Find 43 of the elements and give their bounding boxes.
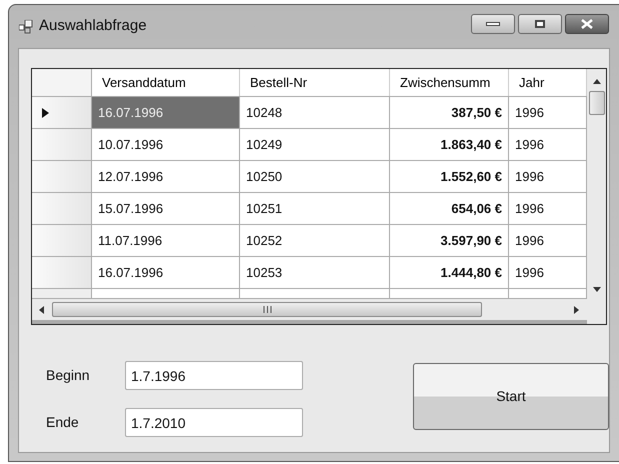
horizontal-scrollbar[interactable] — [32, 299, 587, 320]
maximize-button[interactable] — [518, 14, 562, 34]
table-cell: 1.863,40 € — [390, 129, 509, 160]
table-cell: 3.597,90 € — [390, 225, 509, 256]
table-cell: 15.07.1996 — [92, 193, 240, 224]
table-cell: 12.07.1996 — [92, 161, 240, 192]
scroll-up-icon[interactable] — [592, 78, 600, 86]
table-cell: 387,50 € — [390, 97, 509, 128]
table-cell: 10252 — [240, 225, 390, 256]
column-header[interactable]: Bestell-Nr — [240, 69, 390, 96]
close-icon — [581, 18, 593, 28]
current-row-icon — [42, 108, 49, 118]
vertical-scrollbar[interactable] — [587, 69, 606, 324]
table-cell: 10250 — [240, 161, 390, 192]
minimize-button[interactable] — [471, 14, 515, 34]
scrollbar-thumb[interactable] — [588, 91, 604, 115]
start-button[interactable]: Start — [413, 363, 609, 430]
scroll-left-icon[interactable] — [38, 306, 46, 314]
field-label: Ende — [46, 413, 80, 432]
app-icon — [19, 20, 33, 34]
table-cell: 10248 — [240, 97, 390, 128]
table-cell: 1.552,60 € — [390, 161, 509, 192]
row-header[interactable] — [32, 97, 92, 128]
table-cell: 16.07.1996 — [92, 257, 240, 288]
close-button[interactable] — [565, 14, 609, 34]
scroll-down-icon[interactable] — [592, 286, 600, 294]
table-cell: 10251 — [240, 193, 390, 224]
column-header[interactable]: Versanddatum — [92, 69, 240, 96]
grip-icon — [262, 306, 272, 313]
table-cell: 1.444,80 € — [390, 257, 509, 288]
scrollbar-thumb[interactable] — [52, 302, 482, 317]
field-label: Beginn — [46, 366, 91, 385]
table-cell: 16.07.1996 — [92, 97, 240, 128]
date-field[interactable]: 1.7.1996 — [125, 361, 303, 390]
table-cell: 10.07.1996 — [92, 129, 240, 160]
window-title: Auswahlabfrage — [39, 16, 147, 36]
column-header[interactable]: Zwischensumm — [390, 69, 509, 96]
table-cell: 654,06 € — [390, 193, 509, 224]
table-cell: 10249 — [240, 129, 390, 160]
table-cell: 10253 — [240, 257, 390, 288]
scroll-right-icon[interactable] — [573, 306, 581, 314]
table-cell: 11.07.1996 — [92, 225, 240, 256]
date-field[interactable]: 1.7.2010 — [125, 408, 303, 437]
